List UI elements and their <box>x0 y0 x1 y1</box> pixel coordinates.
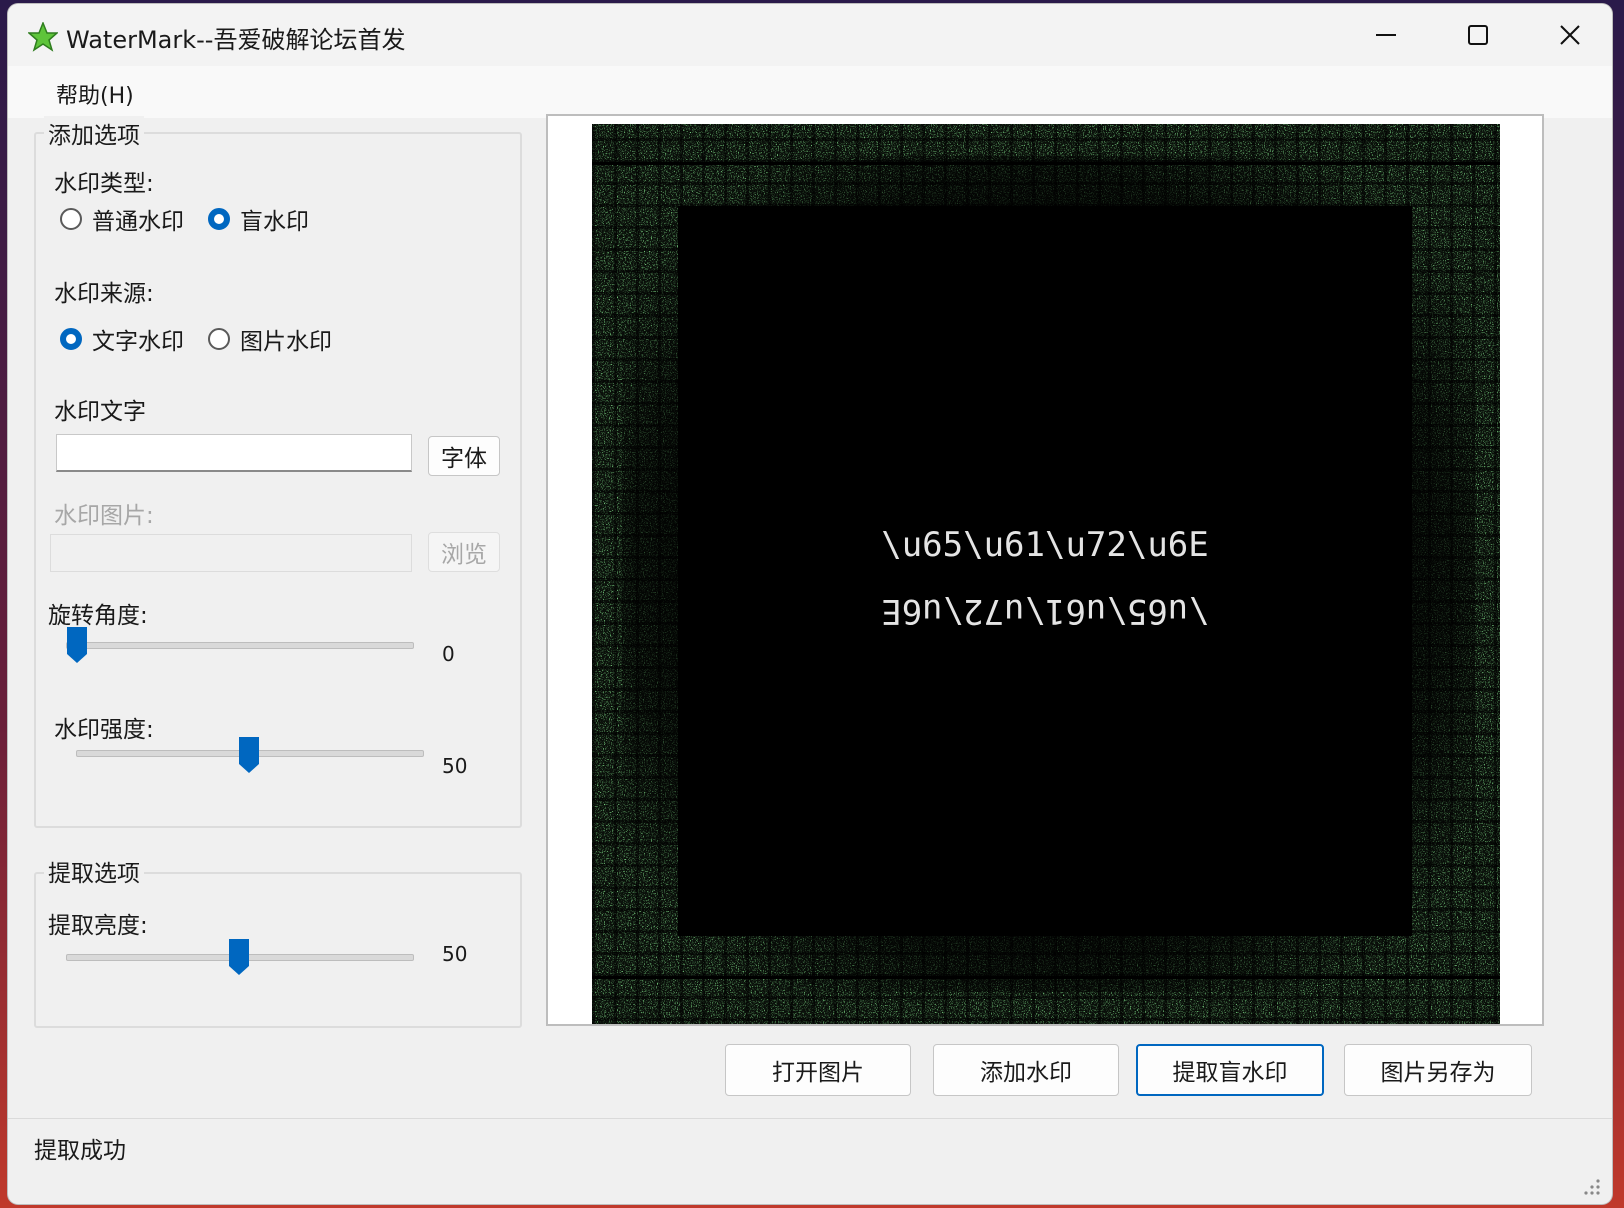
menu-bar: 帮助(H) <box>8 66 1612 118</box>
watermark-image-path-input[interactable] <box>50 534 412 572</box>
watermark-text-line1: \u65\u61\u72\u6E <box>881 525 1209 565</box>
radio-normal-watermark[interactable]: 普通水印 <box>60 202 184 236</box>
strength-slider-thumb[interactable] <box>238 736 260 774</box>
radio-normal-label: 普通水印 <box>92 209 184 235</box>
radio-text-watermark[interactable]: 文字水印 <box>60 322 184 356</box>
app-window: WaterMark--吾爱破解论坛首发 帮助(H) 添加选项 水印类型: 普通水… <box>8 4 1612 1204</box>
watermark-image-label: 水印图片: <box>54 503 154 529</box>
title-bar: WaterMark--吾爱破解论坛首发 <box>8 4 1612 66</box>
status-bar: 提取成功 <box>8 1118 1612 1204</box>
maximize-icon <box>1468 25 1488 45</box>
rotation-slider-thumb[interactable] <box>66 626 88 664</box>
minimize-icon <box>1376 34 1396 36</box>
close-button[interactable] <box>1524 4 1612 66</box>
open-image-button[interactable]: 打开图片 <box>725 1044 911 1096</box>
radio-text-label: 文字水印 <box>92 329 184 355</box>
radio-image-dot <box>208 328 230 350</box>
window-title: WaterMark--吾爱破解论坛首发 <box>66 26 406 54</box>
image-preview: \u65\u61\u72\u6E \u65\u61\u72\u6E <box>546 114 1544 1026</box>
radio-normal-dot <box>60 208 82 230</box>
brightness-slider-thumb[interactable] <box>228 938 250 976</box>
radio-image-label: 图片水印 <box>240 329 332 355</box>
rotation-value: 0 <box>442 642 455 666</box>
radio-blind-watermark[interactable]: 盲水印 <box>208 202 309 236</box>
save-image-as-button[interactable]: 图片另存为 <box>1344 1044 1532 1096</box>
strength-value: 50 <box>442 754 468 778</box>
app-star-icon <box>28 22 58 52</box>
watermark-text-line2-mirrored: \u65\u61\u72\u6E <box>881 591 1209 631</box>
extracted-watermark-image: \u65\u61\u72\u6E \u65\u61\u72\u6E <box>592 124 1500 1024</box>
radio-text-dot <box>60 328 82 350</box>
add-options-legend: 添加选项 <box>44 116 144 150</box>
minimize-button[interactable] <box>1340 4 1432 66</box>
menu-help[interactable]: 帮助(H) <box>56 78 134 110</box>
status-text: 提取成功 <box>34 1138 126 1164</box>
watermark-type-label: 水印类型: <box>54 171 154 197</box>
rotation-slider-track[interactable] <box>66 642 414 649</box>
brightness-value: 50 <box>442 942 468 966</box>
resize-grip-icon[interactable] <box>1580 1175 1602 1197</box>
add-watermark-button[interactable]: 添加水印 <box>933 1044 1119 1096</box>
maximize-button[interactable] <box>1432 4 1524 66</box>
close-icon <box>1560 25 1580 45</box>
watermark-strength-label: 水印强度: <box>54 717 154 743</box>
browse-button[interactable]: 浏览 <box>428 532 500 572</box>
watermark-text-label: 水印文字 <box>54 399 146 425</box>
font-button[interactable]: 字体 <box>428 436 500 476</box>
watermark-text-input[interactable] <box>56 434 412 472</box>
extract-brightness-label: 提取亮度: <box>48 913 148 939</box>
watermark-source-label: 水印来源: <box>54 281 154 307</box>
radio-image-watermark[interactable]: 图片水印 <box>208 322 332 356</box>
rotation-angle-label: 旋转角度: <box>48 603 148 629</box>
radio-blind-dot <box>208 208 230 230</box>
radio-blind-label: 盲水印 <box>240 209 309 235</box>
extract-blind-watermark-button[interactable]: 提取盲水印 <box>1136 1044 1324 1096</box>
extract-options-legend: 提取选项 <box>44 854 144 888</box>
